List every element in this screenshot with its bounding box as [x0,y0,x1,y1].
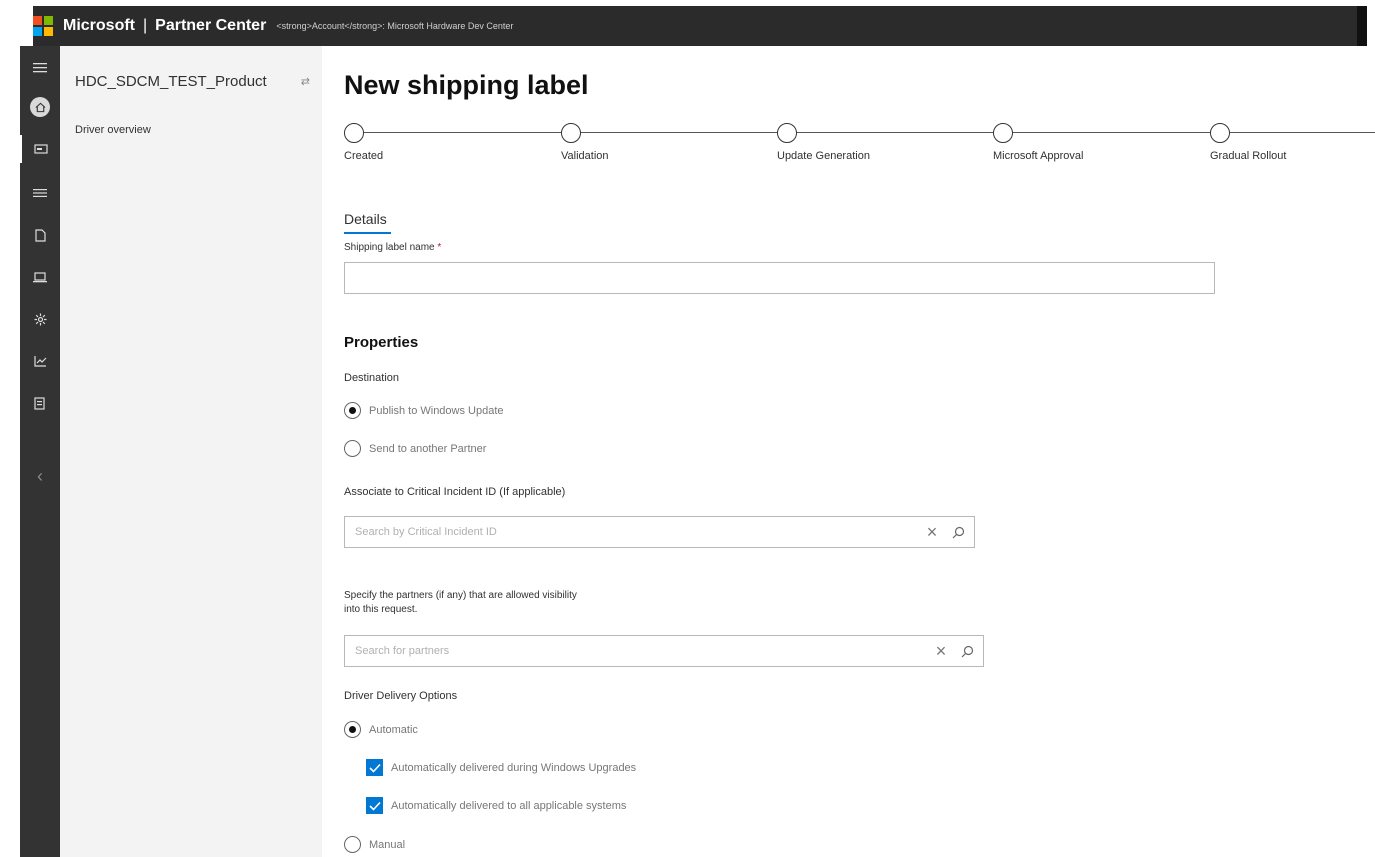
product-name[interactable]: Partner Center [155,17,266,35]
home-button[interactable] [20,93,60,121]
radio-send-another-partner[interactable]: Send to another Partner [344,440,486,457]
step-label: Update Generation [777,150,870,162]
clear-icon[interactable]: × [922,523,942,541]
radio-label: Send to another Partner [369,442,487,455]
step-circle-icon [344,123,364,143]
document-nav-button[interactable] [20,221,60,249]
critical-incident-input[interactable] [345,518,922,546]
top-bar: Microsoft | Partner Center <strong>Accou… [33,6,1367,46]
side-nav-driver-overview[interactable]: Driver overview [75,124,151,136]
checkbox-all-applicable-systems[interactable]: Automatically delivered to all applicabl… [366,797,626,814]
chart-icon [33,356,46,367]
settings-icon [34,313,46,325]
radio-label: Automatic [369,723,418,736]
step-created: Created [344,123,383,162]
list-nav-button[interactable] [20,179,60,207]
brand-separator: | [143,17,148,34]
critical-incident-label: Associate to Critical Incident ID (If ap… [344,486,566,498]
checkbox-label: Automatically delivered during Windows U… [391,761,637,774]
driver-icon [34,144,48,154]
page-title: New shipping label [344,70,589,100]
side-panel-product-name: HDC_SDCM_TEST_Product [75,73,267,90]
step-label: Gradual Rollout [1210,150,1287,162]
radio-automatic[interactable]: Automatic [344,721,418,738]
list-icon [33,189,47,197]
report-nav-button[interactable] [20,389,60,417]
shipping-label-name-input[interactable] [344,262,1215,294]
search-icon[interactable] [948,522,968,542]
partners-label-line1: Specify the partners (if any) that are a… [344,590,577,601]
radio-checked-icon [344,721,361,738]
step-update-generation: Update Generation [777,123,870,162]
document-icon [34,228,46,242]
analytics-nav-button[interactable] [20,347,60,375]
shipping-label-name-text: Shipping label name [344,242,435,253]
radio-checked-icon [344,402,361,419]
step-label: Microsoft Approval [993,150,1084,162]
product-side-panel: HDC_SDCM_TEST_Product ⇄ Driver overview [60,46,322,857]
driver-nav-button[interactable] [20,135,60,163]
topbar-edge [1357,6,1367,46]
step-microsoft-approval: Microsoft Approval [993,123,1083,162]
report-icon [34,396,45,410]
radio-unchecked-icon [344,836,361,853]
radio-manual[interactable]: Manual [344,836,405,853]
radio-label: Publish to Windows Update [369,404,504,417]
checkmark-icon [366,797,383,814]
tab-details-underline [344,232,391,234]
menu-icon[interactable] [20,54,60,82]
step-gradual-rollout: Gradual Rollout [1210,123,1286,162]
radio-unchecked-icon [344,440,361,457]
breadcrumb: <strong>Account</strong>: Microsoft Hard… [276,21,514,31]
step-circle-icon [993,123,1013,143]
radio-publish-windows-update[interactable]: Publish to Windows Update [344,402,504,419]
tab-details[interactable]: Details [344,211,387,227]
partners-label-line2: into this request. [344,604,418,615]
settings-nav-button[interactable] [20,305,60,333]
search-icon[interactable] [957,641,977,661]
panel-toggle-icon[interactable]: ⇄ [301,75,310,88]
step-label: Created [344,150,384,162]
device-nav-button[interactable] [20,263,60,291]
device-icon [33,271,47,282]
partners-label: Specify the partners (if any) that are a… [344,589,577,617]
partners-input[interactable] [345,637,931,665]
checkbox-windows-upgrades[interactable]: Automatically delivered during Windows U… [366,759,636,776]
delivery-options-label: Driver Delivery Options [344,690,458,702]
home-icon [30,97,50,117]
clear-icon[interactable]: × [931,642,951,660]
checkmark-icon [366,759,383,776]
properties-heading: Properties [344,334,419,351]
brand-name[interactable]: Microsoft [63,17,135,35]
main-content: New shipping label Created Validation Up… [322,46,1375,857]
progress-stepper: Created Validation Update Generation Mic… [344,123,1375,168]
critical-incident-search: × [344,516,975,548]
checkbox-label: Automatically delivered to all applicabl… [391,799,627,812]
partners-search: × [344,635,984,667]
destination-label: Destination [344,372,400,384]
shipping-label-name-label: Shipping label name * [344,242,441,253]
step-circle-icon [561,123,581,143]
step-circle-icon [1210,123,1230,143]
left-nav-rail: ‹ [20,46,60,857]
step-circle-icon [777,123,797,143]
required-mark: * [437,242,442,253]
radio-label: Manual [369,838,406,851]
collapse-chevron-icon[interactable]: ‹ [20,466,60,487]
microsoft-logo-icon[interactable] [33,16,53,36]
step-validation: Validation [561,123,609,162]
step-label: Validation [561,150,609,162]
